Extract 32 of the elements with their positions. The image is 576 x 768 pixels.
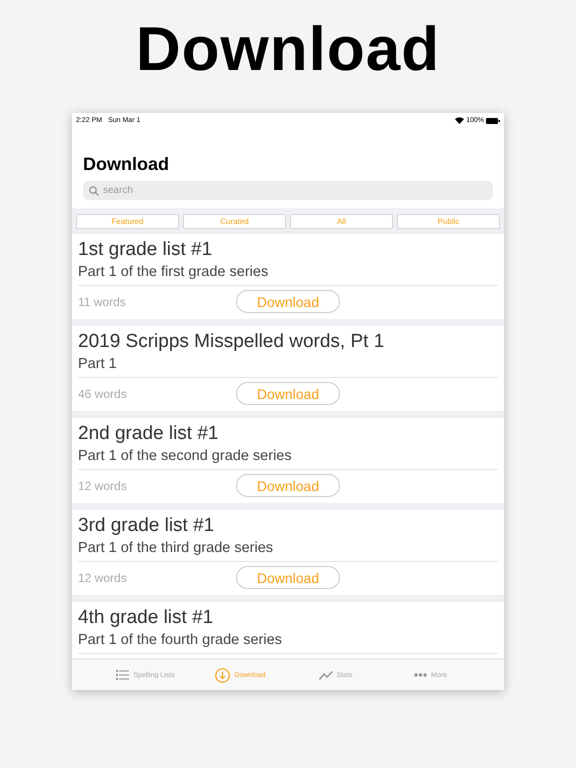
word-count: 11 words: [78, 294, 127, 308]
download-button[interactable]: Download: [236, 382, 340, 405]
list-title: 4th grade list #1: [78, 606, 214, 630]
search-icon: [89, 186, 99, 196]
word-count: 12 words: [78, 570, 128, 584]
filter-tab[interactable]: Curated: [183, 214, 286, 229]
wifi-icon: [455, 117, 464, 124]
list-subtitle: Part 1 of the second grade series: [78, 446, 498, 470]
nav-title: Download: [83, 154, 170, 175]
filter-tab[interactable]: Featured: [76, 214, 179, 229]
download-button[interactable]: Download: [236, 290, 340, 313]
battery-icon: [486, 118, 500, 124]
download-button[interactable]: Download: [236, 566, 340, 589]
list-subtitle: Part 1 of the fourth grade series: [78, 630, 498, 654]
download-icon: [215, 668, 230, 682]
list-title: 3rd grade list #1: [78, 514, 216, 538]
word-count: 46 words: [78, 386, 128, 400]
more-icon: [414, 673, 428, 677]
search-field[interactable]: search: [83, 181, 493, 200]
list-subtitle: Part 1 of the first grade series: [78, 262, 498, 286]
page-headline: Download: [136, 14, 440, 85]
list-subtitle: Part 1: [78, 354, 498, 378]
download-button[interactable]: Download: [236, 474, 340, 497]
list-title: 1st grade list #1: [78, 238, 214, 262]
filter-tab[interactable]: Public: [397, 214, 500, 229]
list-icon: [116, 670, 130, 680]
list-title: 2nd grade list #1: [78, 422, 220, 446]
list-title: 2019 Scripps Misspelled words, Pt 1: [78, 330, 386, 354]
filter-tab[interactable]: All: [290, 214, 393, 229]
word-count: 12 words: [78, 478, 128, 492]
chart-line-icon: [318, 670, 333, 680]
list-subtitle: Part 1 of the third grade series: [78, 538, 498, 562]
